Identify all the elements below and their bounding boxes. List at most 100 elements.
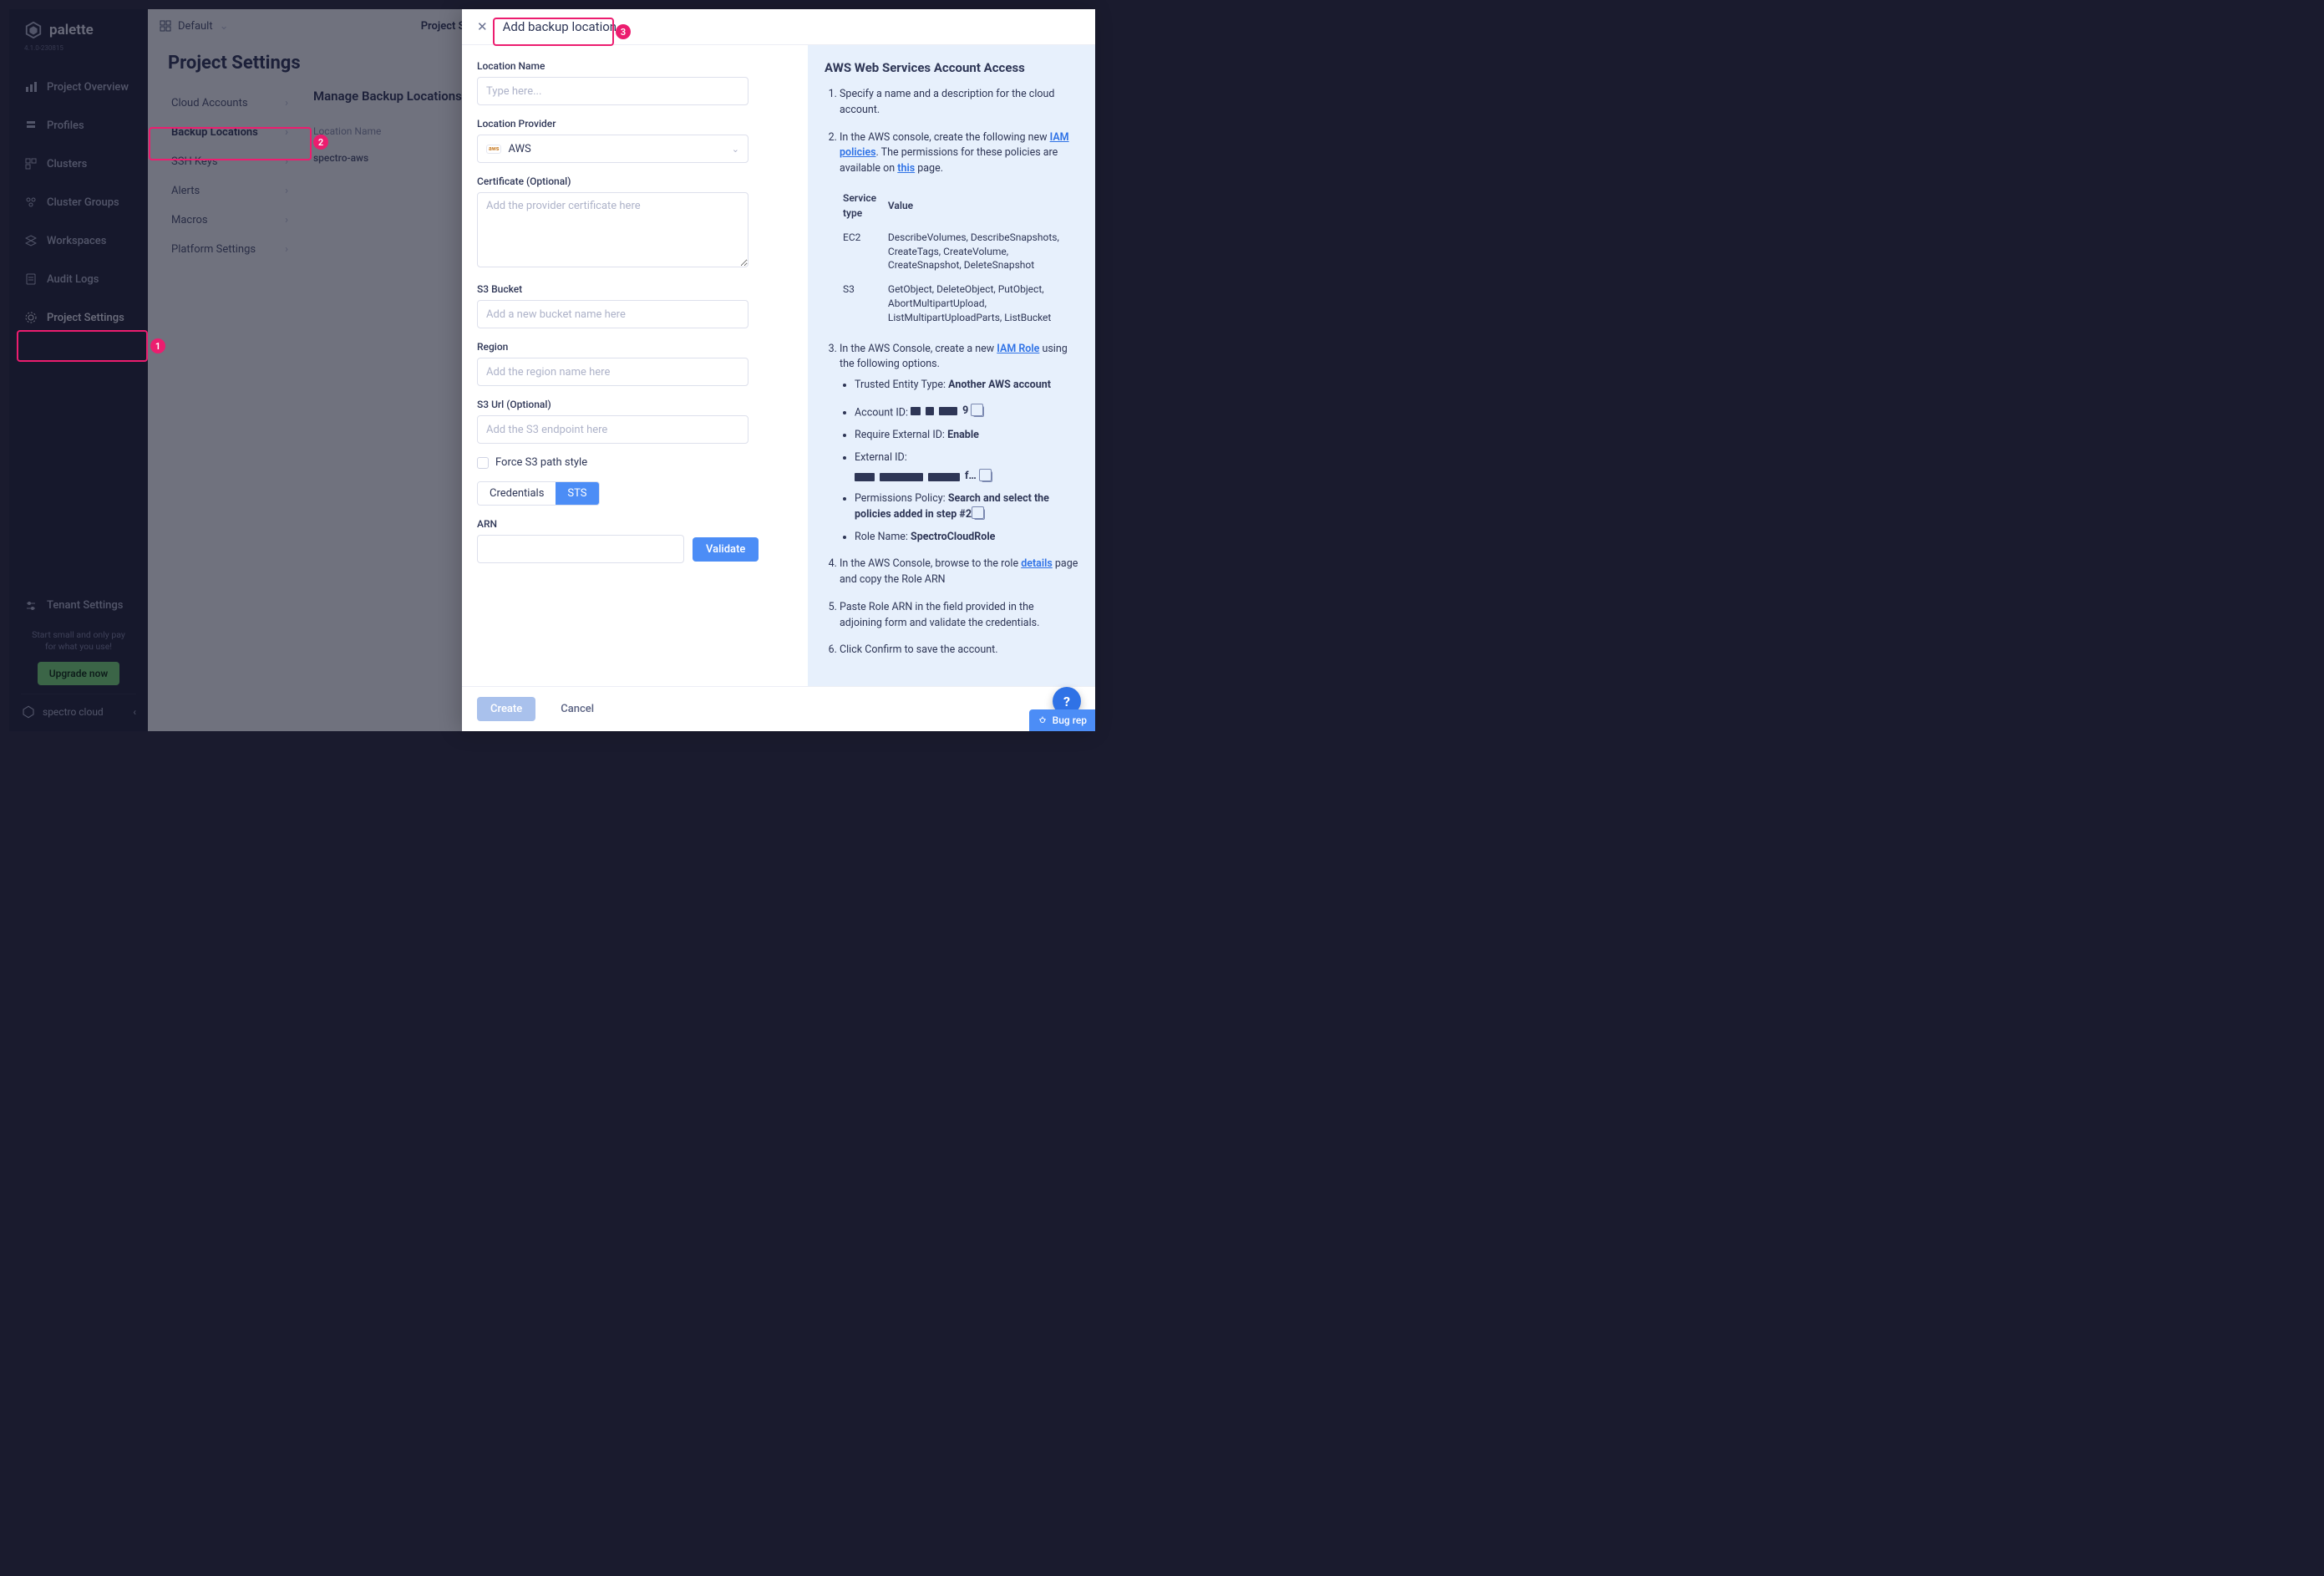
nav-clusters[interactable]: Clusters (9, 145, 148, 182)
chevron-left-icon: ‹ (133, 706, 136, 718)
palette-logo-icon (24, 21, 43, 39)
list-item: Trusted Entity Type: Another AWS account (855, 378, 1078, 394)
brand-text: palette (49, 22, 94, 38)
chevron-right-icon: › (285, 97, 288, 109)
redacted-text (939, 407, 957, 415)
callout-box-1 (17, 330, 148, 362)
nav-label: Audit Logs (47, 273, 99, 286)
list-item: Role Name: SpectroCloudRole (855, 530, 1078, 546)
list-item: Account ID: 9 (855, 400, 1078, 421)
service-permissions-table: Service typeValue EC2DescribeVolumes, De… (840, 186, 1078, 330)
clusters-icon (24, 157, 38, 170)
certificate-textarea[interactable] (477, 192, 748, 267)
nav-label: Workspaces (47, 235, 106, 247)
field-location-provider: Location Provider aws AWS ⌄ (477, 118, 793, 163)
sidebar: palette 4.1.0-230815 Project Overview Pr… (9, 9, 148, 731)
field-s3-bucket: S3 Bucket (477, 283, 793, 328)
tab-sts[interactable]: STS (556, 482, 598, 505)
nav-tenant-settings[interactable]: Tenant Settings (21, 591, 136, 621)
cluster-groups-icon (24, 196, 38, 209)
help-step-3: In the AWS Console, create a new IAM Rol… (840, 342, 1078, 546)
settings-sidebar: Cloud Accounts› Backup Locations› SSH Ke… (148, 89, 298, 264)
redacted-text (926, 407, 934, 415)
settings-tab-cloud-accounts[interactable]: Cloud Accounts› (168, 89, 292, 118)
this-page-link[interactable]: this (897, 162, 915, 175)
location-name-input[interactable] (477, 77, 748, 105)
profiles-icon (24, 119, 38, 132)
select-value: AWS (508, 143, 530, 155)
logo: palette (9, 9, 148, 44)
nav-audit-logs[interactable]: Audit Logs (9, 261, 148, 297)
copy-icon[interactable] (974, 509, 985, 520)
create-button[interactable]: Create (477, 697, 535, 721)
field-arn: ARN Validate (477, 518, 793, 563)
settings-tab-alerts[interactable]: Alerts› (168, 176, 292, 206)
grid-icon (160, 20, 171, 32)
location-provider-select[interactable]: aws AWS ⌄ (477, 135, 748, 163)
nav-label: Project Overview (47, 81, 129, 94)
promo-text: Start small and only pay for what you us… (21, 629, 136, 653)
org-switcher[interactable]: spectro cloud ‹ (21, 694, 136, 719)
nav-label: Tenant Settings (47, 599, 123, 612)
s3-bucket-input[interactable] (477, 300, 748, 328)
aws-icon: aws (486, 145, 501, 154)
table-row: EC2DescribeVolumes, DescribeSnapshots, C… (840, 226, 1078, 277)
bug-report-label: Bug rep (1053, 714, 1087, 726)
role-details-link[interactable]: details (1021, 557, 1053, 570)
chevron-right-icon: › (285, 214, 288, 226)
cancel-button[interactable]: Cancel (547, 697, 607, 721)
copy-icon[interactable] (982, 471, 992, 482)
help-title: AWS Web Services Account Access (825, 60, 1078, 75)
field-certificate: Certificate (Optional) (477, 175, 793, 271)
nav-workspaces[interactable]: Workspaces (9, 222, 148, 259)
field-location-name: Location Name (477, 60, 793, 105)
nav-cluster-groups[interactable]: Cluster Groups (9, 184, 148, 221)
list-item: Require External ID: Enable (855, 428, 1078, 444)
org-logo-icon (21, 704, 36, 719)
build-version: 4.1.0-230815 (9, 44, 148, 60)
chevron-right-icon: › (285, 185, 288, 197)
help-step-1: Specify a name and a description for the… (840, 87, 1078, 119)
redacted-text (911, 407, 921, 415)
project-scope-selector[interactable]: Default ⌄ (160, 20, 229, 33)
region-input[interactable] (477, 358, 748, 386)
overview-icon (24, 80, 38, 94)
gear-icon (24, 311, 38, 324)
sliders-icon (24, 599, 38, 613)
settings-tab-macros[interactable]: Macros› (168, 206, 292, 235)
arn-input[interactable] (477, 535, 684, 563)
help-step-2: In the AWS console, create the following… (840, 130, 1078, 330)
settings-tab-platform-settings[interactable]: Platform Settings› (168, 235, 292, 264)
upgrade-button[interactable]: Upgrade now (38, 662, 120, 685)
label: ARN (477, 518, 793, 530)
redacted-text (880, 473, 923, 481)
add-backup-location-panel: ✕ Add backup location Location Name Loca… (462, 9, 1095, 731)
list-item: External ID: f… (855, 450, 1078, 486)
chevron-right-icon: › (285, 243, 288, 256)
validate-button[interactable]: Validate (693, 537, 759, 562)
force-s3-path-checkbox[interactable] (477, 457, 489, 469)
nav-project-overview[interactable]: Project Overview (9, 69, 148, 105)
callout-badge-1: 1 (150, 338, 165, 353)
auth-type-toggle: Credentials STS (477, 481, 600, 506)
s3-url-input[interactable] (477, 415, 748, 444)
iam-role-link[interactable]: IAM Role (997, 343, 1039, 355)
close-icon[interactable]: ✕ (477, 19, 488, 34)
nav-profiles[interactable]: Profiles (9, 107, 148, 144)
label: S3 Bucket (477, 283, 793, 295)
checkbox-label: Force S3 path style (495, 456, 587, 469)
workspaces-icon (24, 234, 38, 247)
help-step-5: Paste Role ARN in the field provided in … (840, 600, 1078, 632)
copy-icon[interactable] (973, 406, 984, 417)
help-step-6: Click Confirm to save the account. (840, 643, 1078, 658)
table-row: S3GetObject, DeleteObject, PutObject, Ab… (840, 277, 1078, 329)
bug-report-button[interactable]: Bug rep (1029, 709, 1095, 731)
table-header: Value (885, 186, 1078, 226)
nav-label: Cluster Groups (47, 196, 119, 209)
list-item: Permissions Policy: Search and select th… (855, 491, 1078, 523)
tab-credentials[interactable]: Credentials (478, 482, 556, 505)
bug-icon (1038, 715, 1048, 725)
label: Certificate (Optional) (477, 175, 793, 187)
field-s3-url: S3 Url (Optional) (477, 399, 793, 444)
form-column: Location Name Location Provider aws AWS … (462, 45, 808, 686)
